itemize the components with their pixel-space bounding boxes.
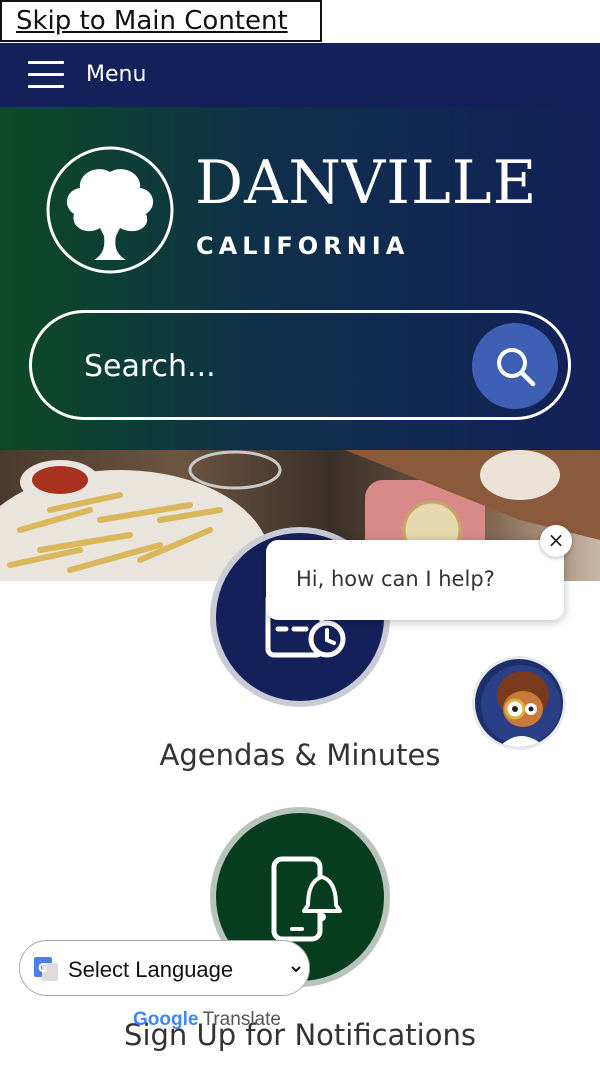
site-logo-subtitle: CALIFORNIA (196, 232, 410, 260)
translate-label: Translate (202, 1009, 281, 1030)
chatbot-magnifier-icon (481, 665, 561, 747)
chat-greeting-bubble[interactable]: Hi, how can I help? (266, 540, 564, 620)
svg-text:G: G (38, 961, 48, 975)
hamburger-icon[interactable] (28, 61, 64, 89)
skip-to-main-content-link[interactable]: Skip to Main Content (0, 0, 322, 42)
google-translate-icon: G (34, 957, 58, 981)
notifications-label[interactable]: Sign Up for Notifications (0, 1018, 600, 1052)
search-input[interactable] (82, 341, 466, 391)
language-selector: G Select Language (19, 940, 310, 996)
google-wordmark: Google (133, 1009, 199, 1030)
google-translate-attribution[interactable]: Google Translate (133, 1008, 281, 1031)
chat-close-button[interactable]: × (540, 525, 572, 557)
search-box (29, 310, 571, 420)
menu-label[interactable]: Menu (86, 62, 146, 87)
chatbot-avatar[interactable] (472, 656, 566, 750)
search-button[interactable] (472, 323, 558, 409)
tree-seal-icon[interactable] (44, 144, 176, 276)
search-icon (497, 348, 536, 387)
site-logo-title[interactable]: DANVILLE (195, 148, 537, 218)
chat-greeting-text: Hi, how can I help? (296, 567, 495, 591)
language-select[interactable]: Select Language (64, 951, 304, 987)
menu-bar: Menu (0, 43, 600, 107)
